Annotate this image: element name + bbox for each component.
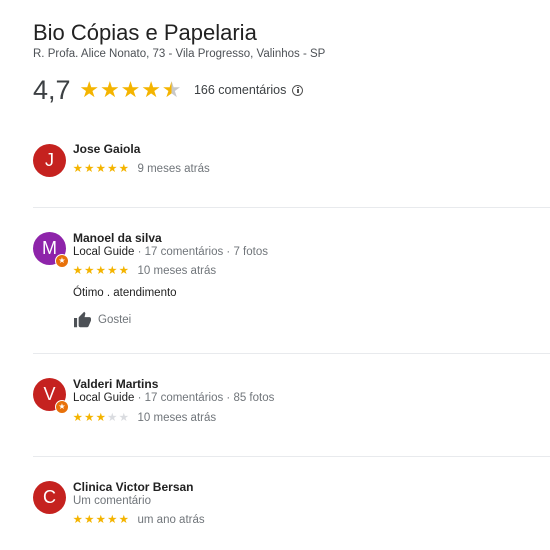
local-guide-star-icon: ★: [55, 400, 69, 414]
star-icon: ★: [141, 77, 161, 102]
star-icon: ★: [107, 265, 118, 277]
star-icon: ★: [95, 514, 106, 526]
star-icon: ★: [84, 412, 95, 424]
star-icon: ★: [120, 77, 141, 102]
star-icon: ★: [95, 265, 106, 277]
avatar[interactable]: C: [33, 481, 66, 514]
empty-star-icon: ★: [107, 412, 118, 424]
reviewer-name[interactable]: Valderi Martins: [73, 377, 158, 391]
rating-value: 4,7: [33, 74, 71, 105]
divider: [33, 456, 550, 457]
info-icon[interactable]: [292, 84, 304, 96]
star-icon: ★: [107, 514, 118, 526]
review-date: 10 meses atrás: [137, 412, 217, 424]
star-icon: ★: [100, 77, 120, 102]
local-guide-label: Local Guide: [73, 392, 135, 404]
reviewer-meta: Local Guide · 17 comentários · 7 fotos: [73, 246, 268, 258]
rating-stars: ★ ★ ★ ★ ★: [79, 79, 182, 101]
local-guide-label: Local Guide: [73, 246, 135, 258]
review-stars: ★ ★ ★ ★ ★ 9 meses atrás: [72, 163, 210, 175]
reviewer-counts: · 17 comentários · 85 fotos: [134, 392, 275, 404]
review-date: um ano atrás: [137, 514, 205, 526]
star-icon: ★: [118, 163, 129, 175]
review-count[interactable]: 166 comentários: [194, 83, 286, 97]
review-text: Ótimo . atendimento: [73, 287, 177, 299]
star-icon: ★: [72, 163, 83, 175]
reviewer-meta: Local Guide · 17 comentários · 85 fotos: [73, 392, 274, 404]
review-stars: ★ ★ ★ ★ ★ 10 meses atrás: [72, 412, 217, 424]
review-stars: ★ ★ ★ ★ ★ um ano atrás: [72, 514, 205, 526]
review-date: 10 meses atrás: [137, 265, 217, 277]
like-label: Gostei: [98, 313, 132, 326]
avatar-letter: C: [43, 487, 56, 507]
star-icon: ★: [84, 514, 95, 526]
avatar[interactable]: V ★: [33, 378, 69, 414]
divider: [33, 207, 550, 208]
star-icon: ★: [95, 163, 106, 175]
reviewer-name[interactable]: Clinica Victor Bersan: [73, 480, 194, 494]
review-date: 9 meses atrás: [137, 163, 210, 175]
business-address: R. Profa. Alice Nonato, 73 - Vila Progre…: [33, 48, 326, 60]
star-icon: ★: [118, 265, 129, 277]
star-icon: ★: [72, 412, 83, 424]
avatar[interactable]: M ★: [33, 232, 69, 268]
avatar-letter: V: [43, 384, 56, 404]
divider: [33, 353, 550, 354]
reviewer-name[interactable]: Jose Gaiola: [73, 142, 140, 156]
rating-summary: 4,7 ★ ★ ★ ★ ★ 166 comentários: [33, 73, 304, 107]
reviewer-name[interactable]: Manoel da silva: [73, 231, 162, 245]
business-name: Bio Cópias e Papelaria: [33, 20, 257, 45]
reviewer-counts: · 17 comentários · 7 fotos: [134, 246, 268, 258]
star-icon: ★: [118, 514, 129, 526]
like-button[interactable]: Gostei: [73, 311, 131, 328]
avatar[interactable]: J: [33, 144, 66, 177]
star-icon: ★: [84, 163, 95, 175]
star-icon: ★: [95, 412, 106, 424]
star-icon: ★: [79, 77, 100, 102]
thumbs-up-icon: [74, 311, 91, 328]
avatar-letter: M: [42, 238, 57, 258]
local-guide-star-icon: ★: [55, 254, 69, 268]
half-star-icon: ★: [161, 77, 182, 102]
empty-star-icon: ★: [118, 412, 129, 424]
avatar-letter: J: [45, 150, 54, 170]
star-icon: ★: [84, 265, 95, 277]
star-icon: ★: [107, 163, 118, 175]
star-icon: ★: [72, 514, 83, 526]
reviewer-meta: Um comentário: [73, 495, 151, 507]
review-stars: ★ ★ ★ ★ ★ 10 meses atrás: [72, 265, 217, 277]
star-icon: ★: [72, 265, 83, 277]
